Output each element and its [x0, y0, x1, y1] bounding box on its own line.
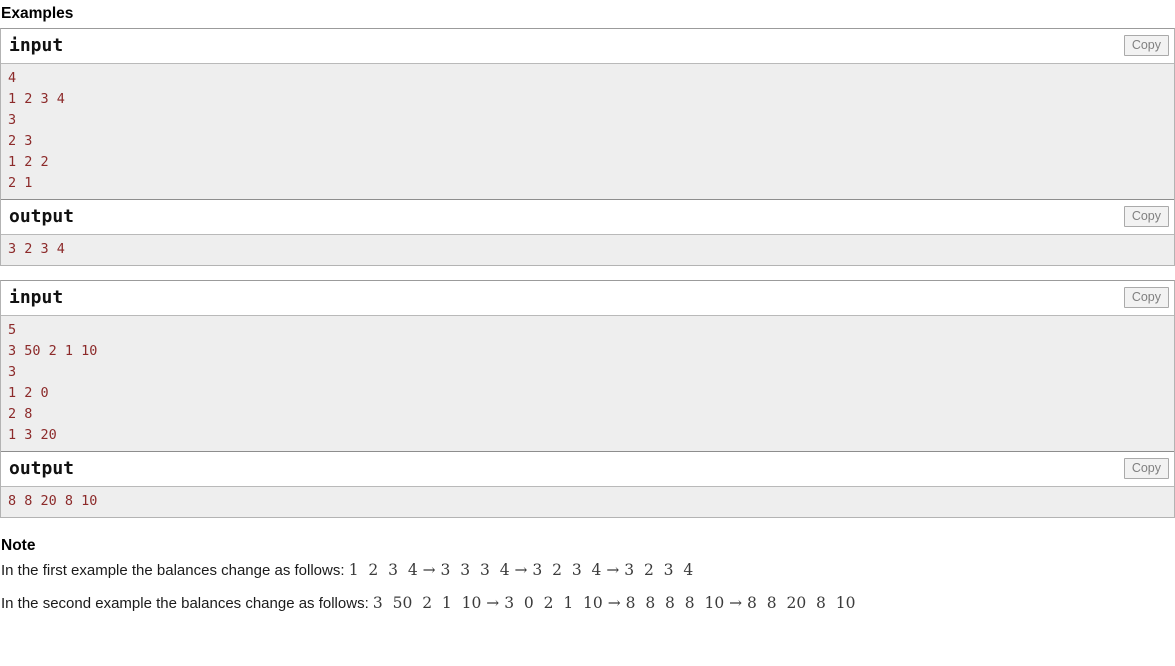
- copy-output-button-1[interactable]: Copy: [1123, 206, 1169, 227]
- output-title-label: output: [9, 206, 75, 227]
- examples-heading: Examples: [1, 5, 74, 22]
- note-formula-2: 3 50 2 1 10 → 3 0 2 1 10 → 8 8 8 8 10 → …: [372, 594, 856, 612]
- problem-statement-page: Examples input Copy 4 1 2 3 4 3 2 3 1 2 …: [0, 0, 1175, 613]
- sample-test-1: input Copy 4 1 2 3 4 3 2 3 1 2 2 2 1 out…: [0, 28, 1175, 266]
- output-header-1: output Copy: [1, 199, 1174, 235]
- note-text-2: In the second example the balances chang…: [1, 595, 373, 612]
- output-title-label: output: [9, 458, 75, 479]
- note-paragraph-1: In the first example the balances change…: [0, 559, 1175, 580]
- input-title-label: input: [9, 35, 64, 56]
- examples-section: Examples input Copy 4 1 2 3 4 3 2 3 1 2 …: [0, 0, 1175, 518]
- note-paragraph-2: In the second example the balances chang…: [0, 592, 1175, 613]
- note-text-1: In the first example the balances change…: [1, 562, 349, 579]
- input-content-1[interactable]: 4 1 2 3 4 3 2 3 1 2 2 2 1: [1, 64, 1174, 199]
- note-heading: Note: [1, 537, 36, 554]
- output-header-2: output Copy: [1, 451, 1174, 487]
- input-header-1: input Copy: [1, 29, 1174, 64]
- sample-test-2: input Copy 5 3 50 2 1 10 3 1 2 0 2 8 1 3…: [0, 280, 1175, 518]
- copy-input-button-2[interactable]: Copy: [1123, 287, 1169, 308]
- sample-tests-list: input Copy 4 1 2 3 4 3 2 3 1 2 2 2 1 out…: [0, 28, 1175, 518]
- note-formula-1: 1 2 3 4 → 3 3 3 4 → 3 2 3 4 → 3 2 3 4: [348, 561, 694, 579]
- note-section: Note In the first example the balances c…: [0, 532, 1175, 613]
- output-content-2[interactable]: 8 8 20 8 10: [1, 487, 1174, 517]
- copy-input-button-1[interactable]: Copy: [1123, 35, 1169, 56]
- input-content-2[interactable]: 5 3 50 2 1 10 3 1 2 0 2 8 1 3 20: [1, 316, 1174, 451]
- copy-output-button-2[interactable]: Copy: [1123, 458, 1169, 479]
- output-content-1[interactable]: 3 2 3 4: [1, 235, 1174, 265]
- input-title-label: input: [9, 287, 64, 308]
- input-header-2: input Copy: [1, 281, 1174, 316]
